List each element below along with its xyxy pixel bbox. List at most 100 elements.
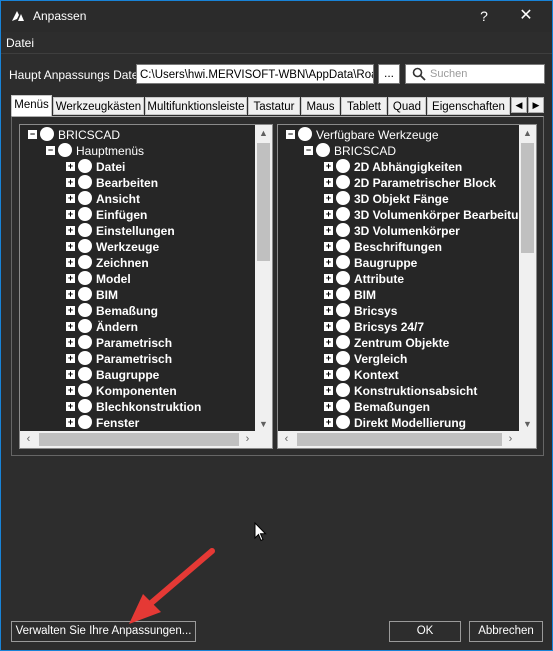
tab-scroll-right-icon[interactable]: ▶ xyxy=(528,97,544,113)
tab-properties[interactable]: Eigenschaften xyxy=(427,97,510,115)
collapse-icon[interactable]: − xyxy=(304,146,313,155)
browse-button[interactable]: ... xyxy=(378,64,400,84)
tree-node-label: Ändern xyxy=(96,320,138,334)
expand-icon[interactable]: + xyxy=(324,306,333,315)
scroll-right-icon[interactable]: › xyxy=(239,431,256,448)
scroll-thumb[interactable] xyxy=(297,433,502,446)
tree-node-icon xyxy=(40,127,54,141)
expand-icon[interactable]: + xyxy=(324,242,333,251)
expand-icon[interactable]: + xyxy=(66,242,75,251)
expand-icon[interactable]: + xyxy=(66,402,75,411)
tree-node-label: Zentrum Objekte xyxy=(354,336,450,350)
tab-quad[interactable]: Quad xyxy=(388,97,426,115)
expand-icon[interactable]: + xyxy=(66,354,75,363)
expand-icon[interactable]: + xyxy=(66,194,75,203)
tree-node-label: Werkzeuge xyxy=(96,240,160,254)
expand-icon[interactable]: + xyxy=(324,210,333,219)
expand-icon[interactable]: + xyxy=(66,386,75,395)
expand-icon[interactable]: + xyxy=(324,338,333,347)
tree-node-label: BIM xyxy=(354,288,376,302)
expand-icon[interactable]: + xyxy=(324,418,333,427)
collapse-icon[interactable]: − xyxy=(46,146,55,155)
tab-toolbars[interactable]: Werkzeugkästen xyxy=(53,97,144,115)
expand-icon[interactable]: + xyxy=(66,274,75,283)
expand-icon[interactable]: + xyxy=(324,370,333,379)
tab-scroll-left-icon[interactable]: ◀ xyxy=(511,97,527,113)
expand-icon[interactable]: + xyxy=(66,178,75,187)
scroll-up-icon[interactable]: ▲ xyxy=(519,125,536,142)
expand-icon[interactable]: + xyxy=(66,162,75,171)
expand-icon[interactable]: + xyxy=(66,258,75,267)
expand-icon[interactable]: + xyxy=(66,338,75,347)
expand-icon[interactable]: + xyxy=(324,386,333,395)
close-button[interactable]: ✕ xyxy=(511,5,541,27)
cancel-button[interactable]: Abbrechen xyxy=(469,621,543,642)
tree-node-label: Attribute xyxy=(354,272,404,286)
manage-customizations-button[interactable]: Verwalten Sie Ihre Anpassungen... xyxy=(11,621,196,642)
main-file-path-field[interactable]: C:\Users\hwi.MERVISOFT-WBN\AppData\Roami… xyxy=(136,64,374,84)
tree-node-label: Beschriftungen xyxy=(354,240,443,254)
search-icon xyxy=(412,67,426,81)
tab-ribbon[interactable]: Multifunktionsleiste xyxy=(145,97,247,115)
help-button[interactable]: ? xyxy=(472,5,496,27)
tools-tree-horizontal-scrollbar[interactable]: ‹ › xyxy=(278,431,536,448)
main-file-label: Haupt Anpassungs Datei: xyxy=(9,68,145,82)
expand-icon[interactable]: + xyxy=(324,258,333,267)
tab-mouse[interactable]: Maus xyxy=(301,97,340,115)
tree-node-label: Parametrisch xyxy=(96,336,173,350)
expand-icon[interactable]: + xyxy=(324,226,333,235)
tab-strip: Menüs Werkzeugkästen Multifunktionsleist… xyxy=(11,95,544,116)
collapse-icon[interactable]: − xyxy=(286,130,295,139)
tree-node-icon xyxy=(78,303,92,317)
tree-node-icon xyxy=(336,159,350,173)
expand-icon[interactable]: + xyxy=(66,418,75,427)
tree-node-label: BIM xyxy=(96,288,118,302)
expand-icon[interactable]: + xyxy=(66,290,75,299)
available-tools-tree[interactable]: − Verfügbare Werkzeuge − BRICSCAD +2D Abhäng… xyxy=(277,124,537,449)
menus-tree-vertical-scrollbar[interactable]: ▲ ▼ xyxy=(255,125,272,433)
search-input[interactable]: Suchen xyxy=(405,64,545,84)
tree-node-icon xyxy=(336,383,350,397)
expand-icon[interactable]: + xyxy=(324,194,333,203)
tree-node-icon xyxy=(336,223,350,237)
expand-icon[interactable]: + xyxy=(66,210,75,219)
tab-keyboard[interactable]: Tastatur xyxy=(248,97,300,115)
tree-node-icon xyxy=(316,143,330,157)
expand-icon[interactable]: + xyxy=(324,354,333,363)
tree-node-label: 3D Objekt Fänge xyxy=(354,192,449,206)
scroll-right-icon[interactable]: › xyxy=(502,431,519,448)
expand-icon[interactable]: + xyxy=(324,290,333,299)
expand-icon[interactable]: + xyxy=(66,226,75,235)
tree-node-icon xyxy=(336,191,350,205)
expand-icon[interactable]: + xyxy=(66,370,75,379)
tree-node-icon xyxy=(78,383,92,397)
tools-tree-vertical-scrollbar[interactable]: ▲ ▼ xyxy=(519,125,536,433)
tree-node-icon xyxy=(336,239,350,253)
menus-tree[interactable]: − BRICSCAD − Hauptmenüs + Datei + Bearbeiten + An… xyxy=(19,124,273,449)
expand-icon[interactable]: + xyxy=(324,162,333,171)
expand-icon[interactable]: + xyxy=(324,402,333,411)
scroll-thumb[interactable] xyxy=(257,143,270,261)
menu-divider xyxy=(1,53,552,54)
expand-icon[interactable]: + xyxy=(324,274,333,283)
scroll-left-icon[interactable]: ‹ xyxy=(20,431,37,448)
ok-button[interactable]: OK xyxy=(389,621,461,642)
tab-menus[interactable]: Menüs xyxy=(11,95,52,116)
scroll-thumb[interactable] xyxy=(521,143,534,253)
tree-node-label: BRICSCAD xyxy=(58,128,121,142)
tree-node-label: Baugruppe xyxy=(96,368,160,382)
tree-node-label: Zeichnen xyxy=(96,256,149,270)
expand-icon[interactable]: + xyxy=(324,322,333,331)
collapse-icon[interactable]: − xyxy=(28,130,37,139)
menu-file[interactable]: Datei xyxy=(6,36,34,50)
expand-icon[interactable]: + xyxy=(66,322,75,331)
tree-node-icon xyxy=(78,271,92,285)
expand-icon[interactable]: + xyxy=(66,306,75,315)
tree-node-label: Baugruppe xyxy=(354,256,418,270)
expand-icon[interactable]: + xyxy=(324,178,333,187)
tab-tablet[interactable]: Tablett xyxy=(341,97,387,115)
scroll-left-icon[interactable]: ‹ xyxy=(278,431,295,448)
scroll-up-icon[interactable]: ▲ xyxy=(255,125,272,142)
scroll-thumb[interactable] xyxy=(39,433,239,446)
menus-tree-horizontal-scrollbar[interactable]: ‹ › xyxy=(20,431,272,448)
